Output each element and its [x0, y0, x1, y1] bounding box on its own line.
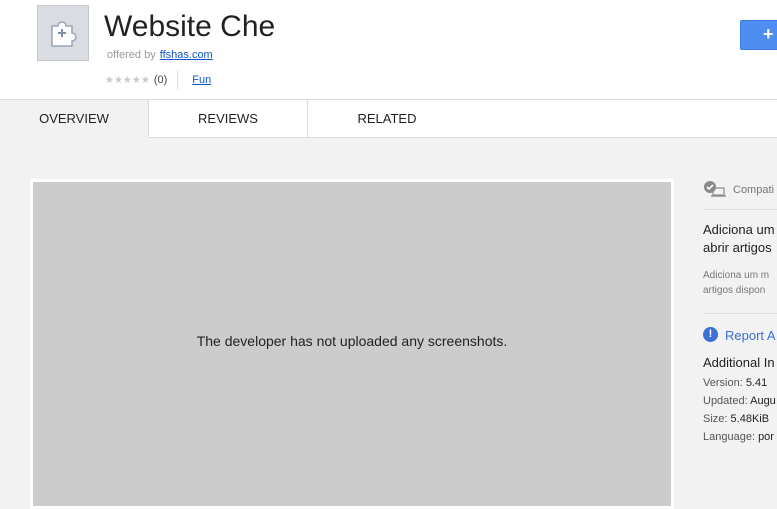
info-updated: Updated: Augu: [703, 395, 777, 407]
info-value: 5.41: [745, 377, 768, 389]
tab-related[interactable]: RELATED: [308, 100, 467, 138]
info-value: 5.48KiB: [730, 413, 770, 425]
offered-by: offered by ffshas.com: [107, 49, 213, 61]
add-to-chrome-button[interactable]: +: [740, 20, 777, 50]
compatibility-text: Compati: [733, 184, 774, 196]
short-description: Adiciona um abrir artigos: [703, 221, 777, 257]
compatibility-row: Compati: [703, 178, 777, 200]
long-description-line: Adiciona um m: [703, 270, 770, 281]
info-language: Language: por: [703, 431, 777, 443]
rating-stars-icon: ★★★★★: [105, 74, 150, 86]
tab-reviews[interactable]: REVIEWS: [149, 100, 308, 138]
short-description-line: abrir artigos: [703, 240, 772, 255]
info-value: por: [758, 431, 774, 443]
report-abuse-text[interactable]: Report A: [725, 328, 776, 343]
report-abuse-link[interactable]: ! Report A: [703, 326, 777, 346]
info-label: Version:: [703, 377, 743, 389]
divider: [177, 71, 179, 89]
offered-by-label: offered by: [107, 49, 156, 61]
tab-bar: OVERVIEW REVIEWS RELATED: [0, 100, 777, 138]
rating-count[interactable]: (0): [154, 74, 167, 86]
rating-row: ★★★★★ (0) Fun: [105, 71, 211, 89]
info-value: Augu: [750, 395, 776, 407]
info-version: Version: 5.41: [703, 377, 777, 389]
additional-info-title: Additional In: [703, 355, 775, 370]
page-title: Website Che: [104, 10, 276, 43]
compatible-device-icon: [704, 181, 726, 197]
divider: [703, 313, 777, 314]
short-description-line: Adiciona um: [703, 222, 775, 237]
developer-link[interactable]: ffshas.com: [160, 49, 213, 61]
long-description: Adiciona um m artigos dispon: [703, 268, 777, 298]
info-label: Language:: [703, 431, 755, 443]
no-screenshots-message: The developer has not uploaded any scree…: [196, 333, 508, 349]
long-description-line: artigos dispon: [703, 285, 766, 296]
divider: [703, 209, 777, 210]
tab-bar-filler: [466, 100, 777, 138]
category-link[interactable]: Fun: [192, 74, 211, 86]
exclamation-icon: !: [703, 327, 718, 342]
header: Website Che offered by ffshas.com ★★★★★ (…: [0, 0, 777, 100]
puzzle-piece-icon: [37, 5, 89, 61]
tab-overview[interactable]: OVERVIEW: [0, 100, 149, 138]
info-label: Updated:: [703, 395, 748, 407]
info-size: Size: 5.48KiB: [703, 413, 777, 425]
screenshot-area: The developer has not uploaded any scree…: [30, 179, 674, 509]
info-label: Size:: [703, 413, 728, 425]
